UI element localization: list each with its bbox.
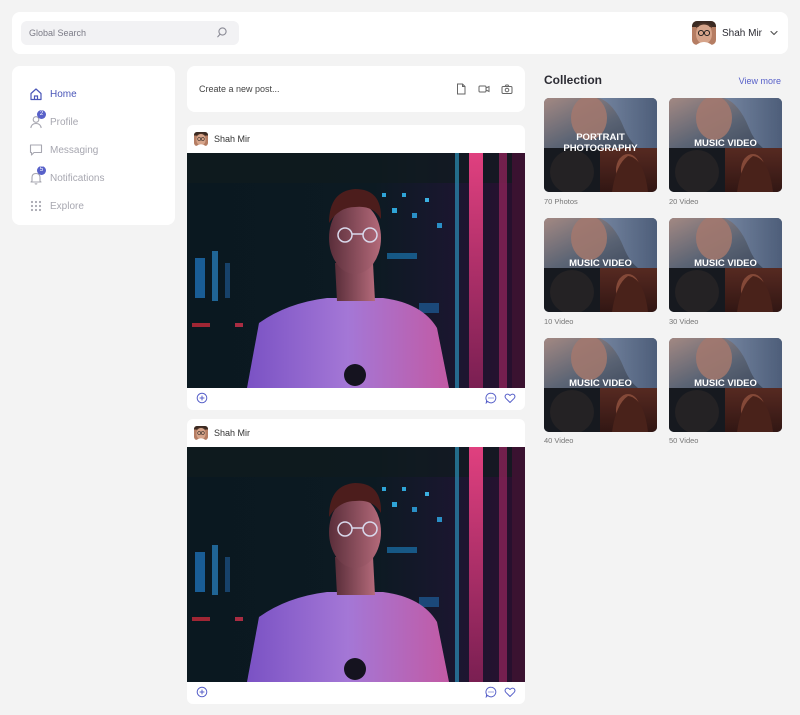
chat-icon [29, 144, 43, 156]
sidebar-item-label: Profile [50, 116, 79, 128]
composer-placeholder[interactable]: Create a new post... [199, 84, 280, 94]
sidebar-item-explore[interactable]: Explore [12, 192, 175, 220]
sidebar-item-label: Explore [50, 200, 84, 212]
collection-card[interactable]: MUSIC VIDEO [669, 98, 782, 192]
collection-card-caption: 40 Video [544, 436, 574, 445]
collection-card-title: MUSIC VIDEO [569, 378, 632, 389]
search-icon[interactable] [215, 26, 229, 40]
post-composer[interactable]: Create a new post... [187, 66, 525, 112]
post-header: Shah Mir [187, 419, 525, 447]
view-more-link[interactable]: View more [739, 76, 781, 86]
home-icon [30, 88, 42, 101]
video-icon[interactable] [478, 83, 490, 95]
avatar [194, 132, 208, 146]
collection-card-caption: 50 Video [669, 436, 699, 445]
sidebar-item-messaging[interactable]: Messaging [12, 136, 175, 164]
collection-card[interactable]: MUSIC VIDEO [544, 218, 657, 312]
comment-icon[interactable] [485, 686, 497, 698]
sidebar-item-profile[interactable]: 2 Profile [12, 108, 175, 136]
add-icon[interactable] [196, 392, 208, 404]
notifications-badge: 5 [37, 166, 46, 175]
search-input[interactable] [21, 21, 211, 45]
post-image[interactable] [187, 153, 525, 388]
collection-card[interactable]: MUSIC VIDEO [669, 338, 782, 432]
heart-icon[interactable] [504, 686, 516, 698]
grid-icon [30, 200, 42, 212]
avatar [691, 21, 716, 45]
user-name: Shah Mir [721, 27, 762, 39]
collection-card-caption: 20 Video [669, 197, 699, 206]
heart-icon[interactable] [504, 392, 516, 404]
collection-card-title: MUSIC VIDEO [694, 378, 757, 389]
sidebar-nav: Home 2 Profile Messaging 5 Notifications [12, 66, 175, 225]
post-actions [187, 388, 525, 410]
collection-card[interactable]: PORTRAIT PHOTOGRAPHY [544, 98, 657, 192]
collection-title: Collection [544, 73, 603, 87]
post-actions [187, 682, 525, 704]
post-card: Shah Mir [187, 419, 525, 704]
collection-card-caption: 10 Video [544, 317, 574, 326]
avatar [194, 426, 208, 440]
sidebar-item-label: Home [50, 88, 77, 100]
collection-card-caption: 30 Video [669, 317, 699, 326]
post-image[interactable] [187, 447, 525, 682]
top-bar: Shah Mir [12, 12, 788, 54]
chevron-down-icon[interactable] [768, 27, 780, 39]
camera-icon[interactable] [501, 83, 513, 95]
profile-badge: 2 [37, 110, 46, 119]
collection-card-title: MUSIC VIDEO [694, 138, 757, 149]
document-icon[interactable] [455, 83, 467, 95]
collection-card[interactable]: MUSIC VIDEO [544, 338, 657, 432]
sidebar-item-label: Messaging [50, 144, 99, 156]
global-search [21, 21, 239, 45]
sidebar-item-notifications[interactable]: 5 Notifications [12, 164, 175, 192]
comment-icon[interactable] [485, 392, 497, 404]
sidebar-item-label: Notifications [50, 172, 105, 184]
collection-card-title: PORTRAIT PHOTOGRAPHY [563, 132, 638, 154]
collection-card-caption: 70 Photos [544, 197, 578, 206]
post-card: Shah Mir [187, 125, 525, 410]
post-author[interactable]: Shah Mir [214, 134, 250, 144]
sidebar-item-home[interactable]: Home [12, 80, 175, 108]
collection-card[interactable]: MUSIC VIDEO [669, 218, 782, 312]
post-header: Shah Mir [187, 125, 525, 153]
post-author[interactable]: Shah Mir [214, 428, 250, 438]
collection-card-title: MUSIC VIDEO [694, 258, 757, 269]
add-icon[interactable] [196, 686, 208, 698]
user-menu[interactable]: Shah Mir [691, 20, 780, 46]
collection-card-title: MUSIC VIDEO [569, 258, 632, 269]
